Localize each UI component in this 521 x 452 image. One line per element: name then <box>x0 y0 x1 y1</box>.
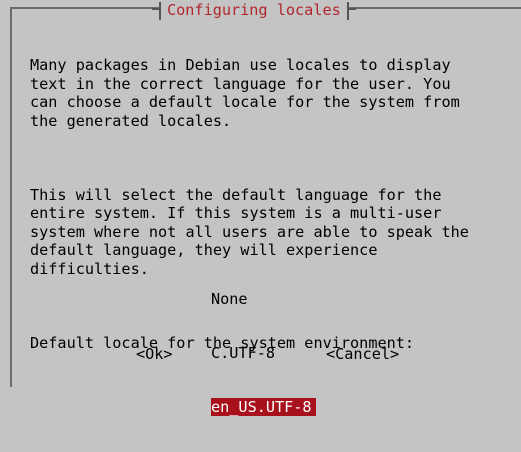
locale-option-none[interactable]: None <box>211 290 316 308</box>
locale-option-c-utf8[interactable]: C.UTF-8 <box>211 344 316 362</box>
ok-button[interactable]: <Ok> <box>136 345 173 363</box>
description-paragraph: Many packages in Debian use locales to d… <box>30 56 460 130</box>
locale-option-en-us-utf8[interactable]: en_US.UTF-8 <box>211 398 316 416</box>
dialog-title: Configuring locales <box>152 2 356 20</box>
cancel-button[interactable]: <Cancel> <box>326 345 399 363</box>
locale-dialog: Configuring locales Many packages in Deb… <box>10 2 521 416</box>
locale-list[interactable]: None C.UTF-8 en_US.UTF-8 <box>211 254 316 452</box>
